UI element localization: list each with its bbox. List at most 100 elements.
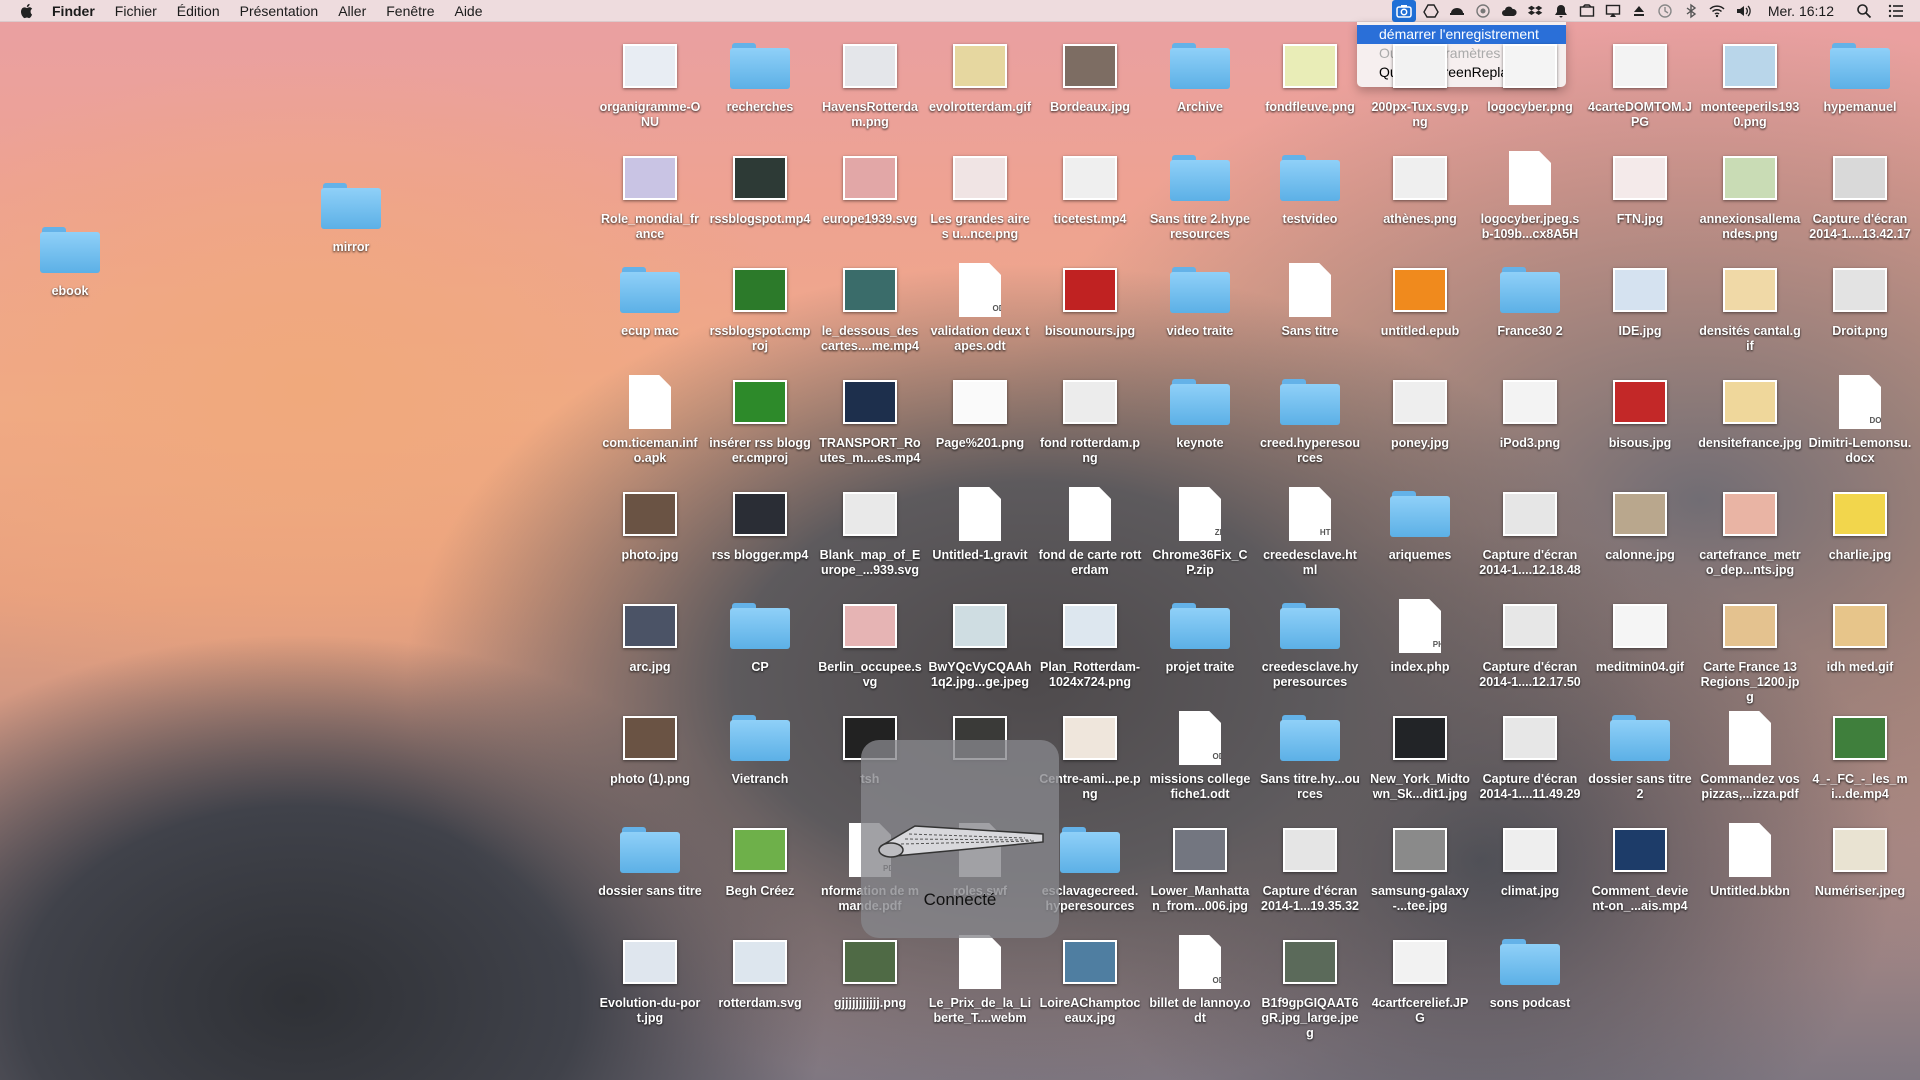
- desktop-item[interactable]: Begh Créez: [708, 820, 812, 899]
- desktop-item[interactable]: Sans titre: [1258, 260, 1362, 339]
- desktop-item[interactable]: photo.jpg: [598, 484, 702, 563]
- desktop-item[interactable]: fond de carte rotterdam: [1038, 484, 1142, 578]
- desktop-item[interactable]: Plan_Rotterdam-1024x724.png: [1038, 596, 1142, 690]
- desktop-item[interactable]: Numériser.jpeg: [1808, 820, 1912, 899]
- desktop-item[interactable]: Droit.png: [1808, 260, 1912, 339]
- desktop-item[interactable]: IDE.jpg: [1588, 260, 1692, 339]
- desktop-item[interactable]: logocyber.png: [1478, 36, 1582, 115]
- desktop-item[interactable]: Capture d'écran 2014-1...19.35.32: [1258, 820, 1362, 914]
- desktop-item[interactable]: creed.hyperesources: [1258, 372, 1362, 466]
- desktop-item[interactable]: fond rotterdam.png: [1038, 372, 1142, 466]
- desktop-item[interactable]: Capture d'écran 2014-1....13.42.17: [1808, 148, 1912, 242]
- desktop-item[interactable]: Comment_devient-on_...ais.mp4: [1588, 820, 1692, 914]
- desktop-item[interactable]: europe1939.svg: [818, 148, 922, 227]
- sync-circle-icon[interactable]: [1474, 3, 1492, 19]
- desktop-item[interactable]: HTML creedesclave.html: [1258, 484, 1362, 578]
- menu-finder[interactable]: Finder: [52, 3, 95, 19]
- desktop-item[interactable]: ODT validation deux tapes.odt: [928, 260, 1032, 354]
- desktop-item[interactable]: Les grandes aires u...nce.png: [928, 148, 1032, 242]
- desktop-item[interactable]: Capture d'écran 2014-1....11.49.29: [1478, 708, 1582, 802]
- desktop-item[interactable]: PHP index.php: [1368, 596, 1472, 675]
- menu-clock[interactable]: Mer. 16:12: [1768, 3, 1834, 19]
- desktop-item[interactable]: meditmin04.gif: [1588, 596, 1692, 675]
- desktop-item[interactable]: France30 2: [1478, 260, 1582, 339]
- volume-icon[interactable]: [1734, 3, 1752, 19]
- desktop-item[interactable]: iPod3.png: [1478, 372, 1582, 451]
- apple-icon[interactable]: [18, 2, 36, 20]
- desktop-item[interactable]: hypemanuel: [1808, 36, 1912, 115]
- desktop-item[interactable]: Untitled.bkbn: [1698, 820, 1802, 899]
- desktop-item[interactable]: monteeperils1930.png: [1698, 36, 1802, 130]
- desktop-item[interactable]: fondfleuve.png: [1258, 36, 1362, 115]
- desktop-item[interactable]: Sans titre 2.hyperesources: [1148, 148, 1252, 242]
- screenreplay-camera-icon[interactable]: [1391, 0, 1416, 22]
- menu-fenetre[interactable]: Fenêtre: [386, 3, 434, 19]
- menu-fichier[interactable]: Fichier: [115, 3, 157, 19]
- desktop-item[interactable]: densitefrance.jpg: [1698, 372, 1802, 451]
- desktop-item[interactable]: Berlin_occupee.svg: [818, 596, 922, 690]
- desktop-item[interactable]: annexionsallemandes.png: [1698, 148, 1802, 242]
- desktop-item[interactable]: 200px-Tux.svg.png: [1368, 36, 1472, 130]
- desktop-item[interactable]: Page%201.png: [928, 372, 1032, 451]
- desktop-item[interactable]: Bordeaux.jpg: [1038, 36, 1142, 115]
- desktop-item[interactable]: ticetest.mp4: [1038, 148, 1142, 227]
- menu-aide[interactable]: Aide: [454, 3, 482, 19]
- desktop-item[interactable]: com.ticeman.info.apk: [598, 372, 702, 466]
- menu-aller[interactable]: Aller: [338, 3, 366, 19]
- desktop-item[interactable]: athènes.png: [1368, 148, 1472, 227]
- spotlight-search-icon[interactable]: [1856, 3, 1874, 19]
- desktop-item[interactable]: Role_mondial_france: [598, 148, 702, 242]
- desktop-item[interactable]: ODT missions college fiche1.odt: [1148, 708, 1252, 802]
- desktop-item[interactable]: testvideo: [1258, 148, 1362, 227]
- dropbox-icon[interactable]: [1526, 3, 1544, 19]
- google-drive-icon[interactable]: [1422, 3, 1440, 19]
- desktop-item[interactable]: samsung-galaxy-...tee.jpg: [1368, 820, 1472, 914]
- desktop-item[interactable]: BwYQcVyCQAAh1q2.jpg...ge.jpeg: [928, 596, 1032, 690]
- desktop-item[interactable]: 4cartfcerelief.JPG: [1368, 932, 1472, 1026]
- desktop-item[interactable]: evolrotterdam.gif: [928, 36, 1032, 115]
- desktop-item[interactable]: charlie.jpg: [1808, 484, 1912, 563]
- desktop-item[interactable]: Capture d'écran 2014-1....12.18.48: [1478, 484, 1582, 578]
- tray-box-icon[interactable]: [1578, 3, 1596, 19]
- desktop-item[interactable]: keynote: [1148, 372, 1252, 451]
- desktop-item[interactable]: dossier sans titre: [598, 820, 702, 899]
- desktop-item[interactable]: B1f9gpGIQAAT6gR.jpg_large.jpeg: [1258, 932, 1362, 1041]
- desktop-item[interactable]: untitled.epub: [1368, 260, 1472, 339]
- desktop-item[interactable]: TRANSPORT_Routes_m....es.mp4: [818, 372, 922, 466]
- desktop-item[interactable]: bisous.jpg: [1588, 372, 1692, 451]
- desktop-item[interactable]: idh med.gif: [1808, 596, 1912, 675]
- desktop-item[interactable]: Vietranch: [708, 708, 812, 787]
- desktop-item[interactable]: mirror: [299, 176, 403, 255]
- desktop-item[interactable]: bisounours.jpg: [1038, 260, 1142, 339]
- desktop-item[interactable]: Lower_Manhattan_from...006.jpg: [1148, 820, 1252, 914]
- desktop-item[interactable]: logocyber.jpeg.sb-109b...cx8A5H: [1478, 148, 1582, 242]
- desktop-item[interactable]: le_dessous_des cartes....me.mp4: [818, 260, 922, 354]
- desktop-item[interactable]: CP: [708, 596, 812, 675]
- desktop-item[interactable]: rss blogger.mp4: [708, 484, 812, 563]
- desktop-item[interactable]: insérer rss blogger.cmproj: [708, 372, 812, 466]
- desktop-item[interactable]: poney.jpg: [1368, 372, 1472, 451]
- notification-center-icon[interactable]: [1888, 3, 1906, 19]
- desktop-item[interactable]: ebook: [18, 220, 122, 299]
- desktop-item[interactable]: projet traite: [1148, 596, 1252, 675]
- menu-presentation[interactable]: Présentation: [240, 3, 319, 19]
- desktop-item[interactable]: Commandez vos pizzas,...izza.pdf: [1698, 708, 1802, 802]
- desktop-item[interactable]: FTN.jpg: [1588, 148, 1692, 227]
- desktop-item[interactable]: Sans titre.hy...ources: [1258, 708, 1362, 802]
- bluetooth-icon[interactable]: [1682, 3, 1700, 19]
- time-machine-icon[interactable]: [1656, 3, 1674, 19]
- desktop-item[interactable]: Evolution-du-port.jpg: [598, 932, 702, 1026]
- desktop-item[interactable]: climat.jpg: [1478, 820, 1582, 899]
- desktop-item[interactable]: Le_Prix_de_la_Liberte_T....webm: [928, 932, 1032, 1026]
- desktop-item[interactable]: New_York_Midtown_Sk...dit1.jpg: [1368, 708, 1472, 802]
- desktop-item[interactable]: rssblogspot.cmproj: [708, 260, 812, 354]
- desktop-item[interactable]: calonne.jpg: [1588, 484, 1692, 563]
- desktop-item[interactable]: ariquemes: [1368, 484, 1472, 563]
- desktop-item[interactable]: LoireAChamptoceaux.jpg: [1038, 932, 1142, 1026]
- desktop-item[interactable]: Archive: [1148, 36, 1252, 115]
- desktop-item[interactable]: rssblogspot.mp4: [708, 148, 812, 227]
- desktop-item[interactable]: dossier sans titre 2: [1588, 708, 1692, 802]
- eject-icon[interactable]: [1630, 3, 1648, 19]
- wifi-icon[interactable]: [1708, 3, 1726, 19]
- desktop-item[interactable]: Untitled-1.gravit: [928, 484, 1032, 563]
